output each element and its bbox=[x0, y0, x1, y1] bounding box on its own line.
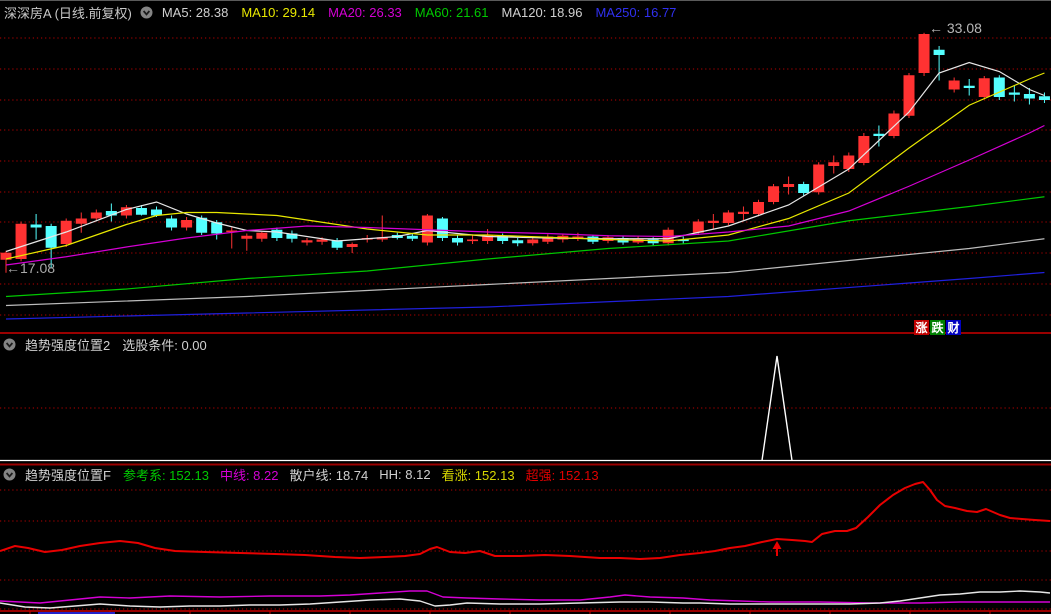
quick-buttons: 涨 跌 财 bbox=[914, 320, 962, 335]
candle-body bbox=[346, 244, 358, 247]
candle-body bbox=[271, 229, 283, 238]
panel3-title: 趋势强度位置F bbox=[25, 468, 111, 483]
panel3-field-bull: 看涨: 152.13 bbox=[441, 468, 515, 483]
panel2-condition-value: 选股条件: 0.00 bbox=[122, 338, 207, 353]
panel3-field-ref: 参考系: 152.13 bbox=[122, 468, 209, 483]
panel3-field-retail: 散户线: 18.74 bbox=[289, 468, 369, 483]
candle-body bbox=[512, 240, 524, 244]
candle-body bbox=[452, 238, 463, 243]
symbol-title: 深深房A (日线.前复权) bbox=[4, 5, 132, 21]
candle-body bbox=[1023, 94, 1035, 99]
candle-body bbox=[918, 34, 930, 73]
candle-body bbox=[933, 49, 945, 55]
candle-body bbox=[798, 184, 810, 193]
ma120-line bbox=[5, 238, 1045, 307]
fall-button[interactable]: 跌 bbox=[930, 320, 945, 335]
candle-body bbox=[467, 239, 479, 242]
panel3-field-hh: HH: 8.12 bbox=[379, 467, 431, 482]
chevron-down-icon[interactable] bbox=[3, 468, 16, 481]
candle-body bbox=[753, 202, 764, 214]
candle-body bbox=[1038, 96, 1050, 100]
chevron-down-icon[interactable] bbox=[140, 6, 153, 19]
ma10-line bbox=[5, 72, 1045, 260]
ma20-label: MA20: 26.33 bbox=[328, 4, 402, 20]
candle-body bbox=[828, 162, 840, 166]
app-window: ← 33.08 ←17.08 深深房A (日线.前复权) MA5: 28.38 M… bbox=[0, 0, 1051, 614]
candle-body bbox=[903, 75, 915, 116]
candle-body bbox=[873, 133, 885, 136]
ma120-label: MA120: 18.96 bbox=[501, 4, 583, 20]
candle-body bbox=[843, 155, 855, 169]
ma5-line bbox=[5, 61, 1045, 253]
candle-body bbox=[813, 164, 825, 193]
candle-body bbox=[301, 240, 313, 243]
rise-button[interactable]: 涨 bbox=[914, 320, 929, 335]
candle-body bbox=[406, 235, 418, 239]
chevron-down-icon[interactable] bbox=[3, 338, 16, 351]
panel2-title: 趋势强度位置2 bbox=[25, 338, 111, 353]
candle-body bbox=[135, 208, 147, 215]
candle-body bbox=[90, 212, 102, 219]
chart-canvas[interactable]: ← 33.08 ←17.08 bbox=[0, 0, 1051, 614]
panel3-header: 趋势强度位置F 参考系: 152.13 中线: 8.22 散户线: 18.74 … bbox=[3, 466, 610, 483]
candle-body bbox=[256, 232, 268, 239]
candle-body bbox=[888, 113, 900, 136]
candle-body bbox=[75, 218, 87, 224]
candle-body bbox=[15, 223, 27, 259]
ma60-label: MA60: 21.61 bbox=[414, 4, 489, 20]
ma250-label: MA250: 16.77 bbox=[595, 4, 677, 20]
candle-body bbox=[768, 186, 780, 202]
candle-body bbox=[707, 220, 719, 223]
candle-body bbox=[963, 85, 975, 88]
buy-arrow-icon bbox=[772, 541, 782, 549]
high-price-label: ← 33.08 bbox=[929, 20, 982, 36]
candle-body bbox=[527, 239, 539, 244]
low-price-label: ←17.08 bbox=[6, 260, 55, 276]
panel3-field-mid: 中线: 8.22 bbox=[219, 468, 279, 483]
title-bar: 深深房A (日线.前复权) MA5: 28.38 MA10: 29.14 MA2… bbox=[4, 2, 689, 22]
ma20-line bbox=[5, 124, 1045, 266]
candle-body bbox=[737, 211, 749, 214]
candle-body bbox=[722, 212, 734, 223]
ma10-label: MA10: 29.14 bbox=[241, 4, 316, 20]
ma250-line bbox=[5, 271, 1045, 320]
panel3-field-strong: 超强: 152.13 bbox=[525, 468, 599, 483]
candle-body bbox=[166, 218, 178, 228]
candle-body bbox=[978, 78, 990, 97]
candle-body bbox=[1008, 92, 1020, 95]
candle-body bbox=[30, 224, 42, 228]
panel2-header: 趋势强度位置2 选股条件: 0.00 bbox=[3, 336, 218, 353]
candle-body bbox=[948, 80, 960, 90]
candle-body bbox=[241, 235, 253, 239]
candle-body bbox=[421, 215, 433, 243]
candle-body bbox=[783, 184, 795, 187]
ma5-label: MA5: 28.38 bbox=[161, 4, 229, 20]
window-top-border bbox=[0, 0, 1051, 1]
candle-body bbox=[181, 220, 193, 228]
finance-button[interactable]: 财 bbox=[946, 320, 961, 335]
